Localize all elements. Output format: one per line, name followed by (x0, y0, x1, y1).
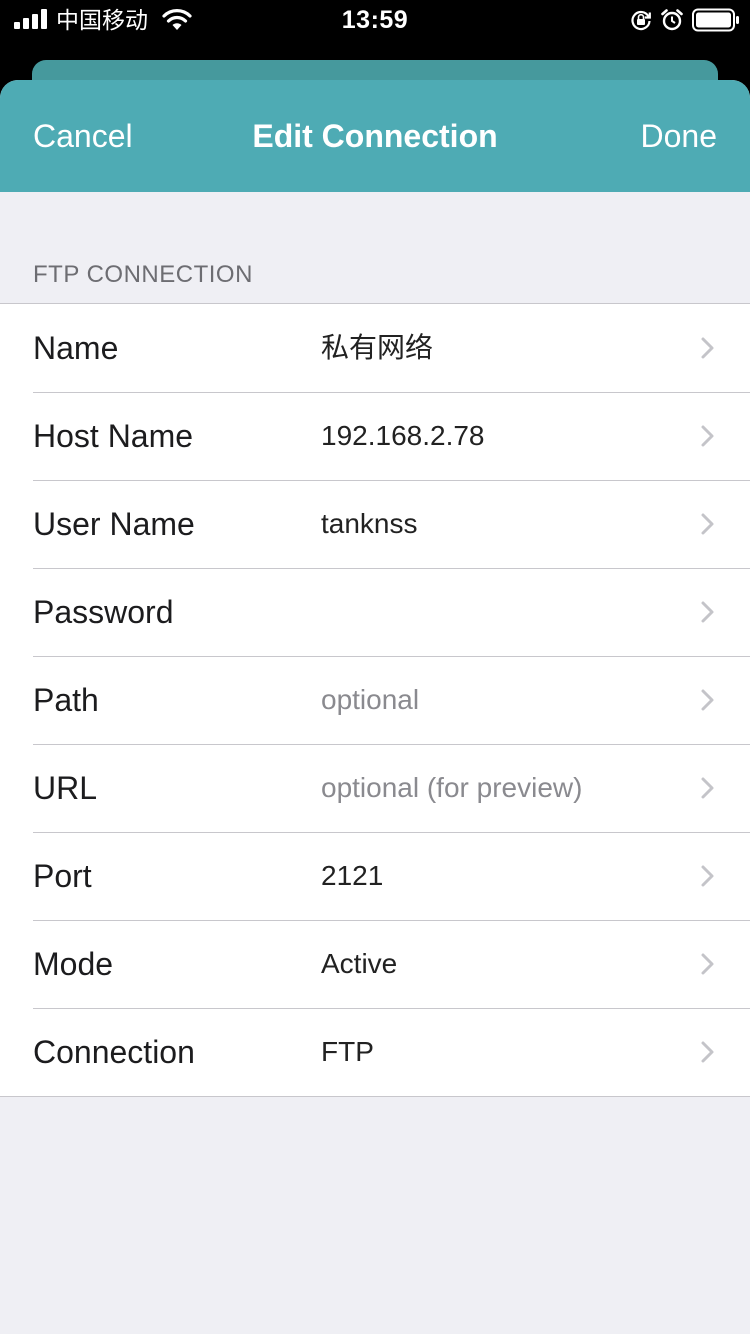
alarm-icon (661, 9, 683, 31)
chevron-right-icon (701, 777, 714, 799)
battery-icon (692, 8, 739, 32)
row-value: Active (321, 948, 398, 979)
row-url[interactable]: URL optional (for preview) (0, 744, 750, 832)
row-label: Connection (33, 1034, 195, 1070)
row-value: 2121 (321, 860, 384, 891)
row-label: Port (33, 858, 92, 894)
chevron-right-icon (701, 689, 714, 711)
row-value: FTP (321, 1036, 374, 1067)
done-button[interactable]: Done (641, 116, 718, 156)
row-path[interactable]: Path optional (0, 656, 750, 744)
connection-settings-list: Name 私有网络 Host Name 192.168.2.78 User Na… (0, 303, 750, 1097)
rotation-lock-icon (631, 10, 651, 31)
edit-connection-sheet: Cancel Edit Connection Done FTP CONNECTI… (0, 80, 750, 1334)
row-mode[interactable]: Mode Active (0, 920, 750, 1008)
row-label: Password (33, 594, 174, 630)
row-name[interactable]: Name 私有网络 (0, 304, 750, 392)
row-label: User Name (33, 506, 195, 542)
row-password[interactable]: Password (0, 568, 750, 656)
row-label: URL (33, 770, 98, 806)
row-value: 私有网络 (321, 332, 434, 363)
chevron-right-icon (701, 865, 714, 887)
row-label: Mode (33, 946, 114, 982)
row-placeholder: optional (for preview) (321, 772, 583, 803)
section-header: FTP CONNECTION (33, 261, 253, 288)
navigation-bar: Cancel Edit Connection Done (0, 80, 750, 192)
chevron-right-icon (701, 425, 714, 447)
row-user-name[interactable]: User Name tanknss (0, 480, 750, 568)
chevron-right-icon (701, 953, 714, 975)
row-value: 192.168.2.78 (321, 420, 485, 451)
row-label: Name (33, 330, 119, 366)
row-host-name[interactable]: Host Name 192.168.2.78 (0, 392, 750, 480)
row-value: tanknss (321, 508, 418, 539)
cancel-button[interactable]: Cancel (33, 116, 133, 156)
chevron-right-icon (701, 1041, 714, 1063)
row-port[interactable]: Port 2121 (0, 832, 750, 920)
row-label: Path (33, 682, 99, 718)
row-connection[interactable]: Connection FTP (0, 1008, 750, 1096)
row-placeholder: optional (321, 684, 420, 715)
chevron-right-icon (701, 337, 714, 359)
row-label: Host Name (33, 418, 194, 454)
chevron-right-icon (701, 601, 714, 623)
status-bar: 中国移动 13:59 (0, 0, 750, 40)
chevron-right-icon (701, 513, 714, 535)
